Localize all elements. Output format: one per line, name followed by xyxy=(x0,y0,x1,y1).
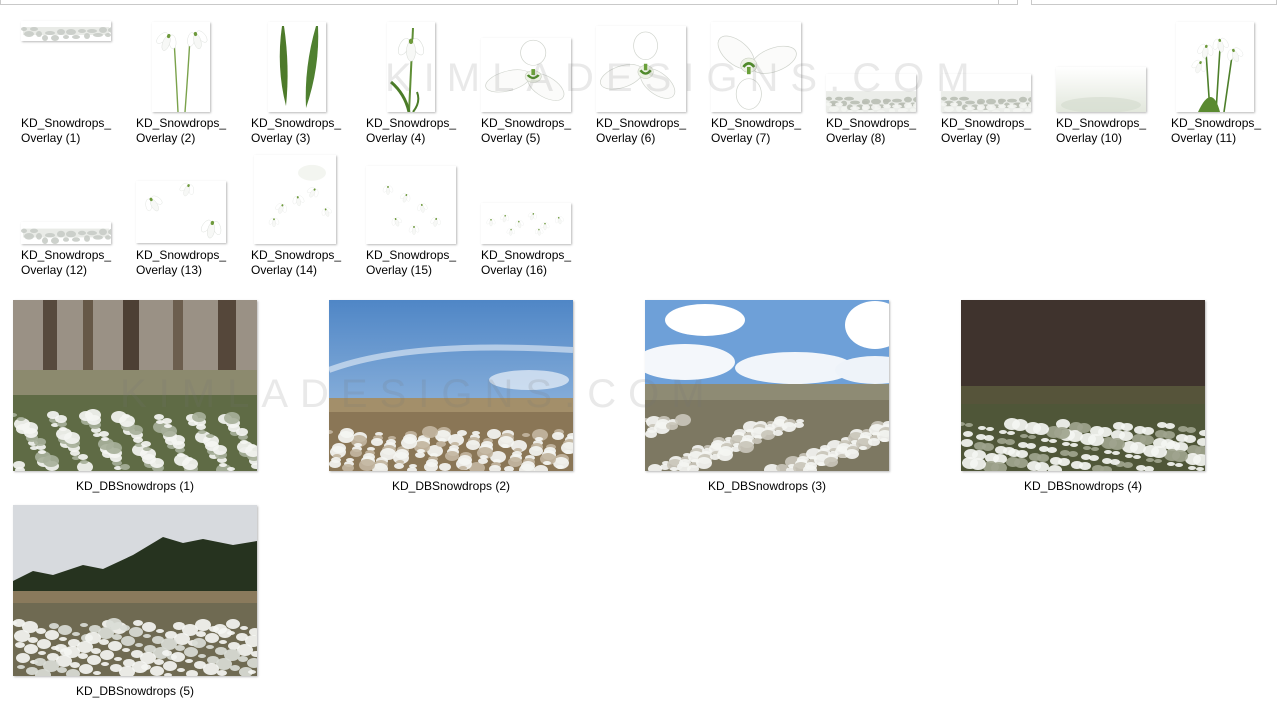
file-name-label: KD_DBSnowdrops (2) xyxy=(391,479,511,493)
image-thumbnail xyxy=(645,300,889,471)
file-name-label: KD_Snowdrops_Overlay (1) xyxy=(21,116,112,145)
image-thumbnail xyxy=(481,203,571,244)
file-name-label: KD_DBSnowdrops (5) xyxy=(75,684,195,698)
image-thumbnail xyxy=(596,26,686,112)
image-thumbnail xyxy=(961,300,1205,471)
image-thumbnail xyxy=(711,22,801,112)
image-thumbnail xyxy=(826,74,916,112)
file-name-label: KD_Snowdrops_Overlay (8) xyxy=(826,116,917,145)
image-thumbnail xyxy=(254,155,336,244)
image-thumbnail xyxy=(1176,22,1254,112)
file-name-label: KD_Snowdrops_Overlay (3) xyxy=(251,116,342,145)
image-thumbnail xyxy=(268,22,326,112)
file-name-label: KD_Snowdrops_Overlay (9) xyxy=(941,116,1032,145)
file-name-label: KD_DBSnowdrops (4) xyxy=(1023,479,1143,493)
file-name-label: KD_Snowdrops_Overlay (16) xyxy=(481,248,572,277)
file-name-label: KD_Snowdrops_Overlay (11) xyxy=(1171,116,1262,145)
file-name-label: KD_Snowdrops_Overlay (12) xyxy=(21,248,112,277)
file-name-label: KD_Snowdrops_Overlay (7) xyxy=(711,116,802,145)
image-thumbnail xyxy=(329,300,573,471)
image-thumbnail xyxy=(13,505,257,676)
image-thumbnail xyxy=(1056,67,1146,112)
image-thumbnail xyxy=(21,222,111,244)
image-thumbnail xyxy=(13,300,257,471)
file-name-label: KD_Snowdrops_Overlay (2) xyxy=(136,116,227,145)
image-thumbnail xyxy=(21,21,111,41)
file-name-label: KD_Snowdrops_Overlay (15) xyxy=(366,248,457,277)
file-name-label: KD_DBSnowdrops (3) xyxy=(707,479,827,493)
file-name-label: KD_Snowdrops_Overlay (10) xyxy=(1056,116,1147,145)
image-thumbnail xyxy=(136,181,226,243)
file-name-label: KD_Snowdrops_Overlay (4) xyxy=(366,116,457,145)
file-name-label: KD_Snowdrops_Overlay (13) xyxy=(136,248,227,277)
file-name-label: KD_Snowdrops_Overlay (5) xyxy=(481,116,572,145)
file-name-label: KD_Snowdrops_Overlay (6) xyxy=(596,116,687,145)
image-thumbnail xyxy=(941,74,1031,112)
image-thumbnail xyxy=(481,38,571,112)
file-name-label: KD_Snowdrops_Overlay (14) xyxy=(251,248,342,277)
file-name-label: KD_DBSnowdrops (1) xyxy=(75,479,195,493)
image-thumbnail xyxy=(152,22,210,112)
image-thumbnail xyxy=(387,22,435,112)
file-grid: KD_Snowdrops_Overlay (1) KD_Snowdrops_Ov… xyxy=(0,0,1278,726)
image-thumbnail xyxy=(366,166,456,244)
